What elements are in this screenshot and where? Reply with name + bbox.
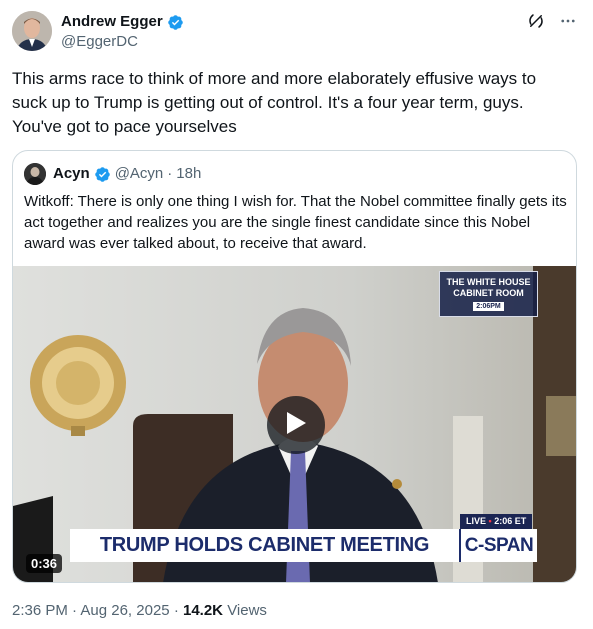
quoted-text: Witkoff: There is only one thing I wish … xyxy=(24,193,567,252)
grok-icon[interactable] xyxy=(527,12,545,35)
post-date[interactable]: Aug 26, 2025 xyxy=(80,602,169,619)
quoted-post[interactable]: Acyn @Acyn · 18h Witkoff: There is only … xyxy=(12,150,577,583)
quoted-author-name[interactable]: Acyn xyxy=(53,165,90,183)
live-dot: • xyxy=(488,516,492,526)
location-clock: 2:06PM xyxy=(473,302,504,311)
lower-third-banner: TRUMP HOLDS CABINET MEETING xyxy=(70,529,459,562)
play-button[interactable] xyxy=(267,396,325,454)
live-label: LIVE xyxy=(466,516,487,526)
verified-badge-icon xyxy=(167,14,184,31)
video-duration: 0:36 xyxy=(26,554,63,573)
quoted-verified-badge-icon xyxy=(94,166,111,183)
quoted-handle[interactable]: @Acyn xyxy=(115,165,164,183)
author-avatar[interactable] xyxy=(12,11,52,51)
location-bug: THE WHITE HOUSE CABINET ROOM 2:06PM xyxy=(439,271,538,317)
author-name[interactable]: Andrew Egger xyxy=(61,13,163,31)
views-count[interactable]: 14.2K xyxy=(183,602,223,619)
post-time[interactable]: 2:36 PM xyxy=(12,602,68,619)
views-label: Views xyxy=(227,602,267,619)
more-icon[interactable] xyxy=(559,12,577,35)
post-actions-top xyxy=(527,12,577,35)
video-player[interactable]: THE WHITE HOUSE CABINET ROOM 2:06PM LIVE… xyxy=(13,266,576,582)
play-icon xyxy=(285,411,307,440)
live-time: 2:06 ET xyxy=(494,516,527,526)
quoted-avatar[interactable] xyxy=(24,163,46,185)
live-badge: LIVE • 2:06 ET xyxy=(460,514,533,529)
quoted-separator: · xyxy=(167,165,173,182)
network-logo: C-SPAN xyxy=(459,529,537,562)
author-name-row[interactable]: Andrew Egger xyxy=(61,13,184,31)
quoted-header: Acyn @Acyn · 18h xyxy=(53,165,201,183)
location-line1: THE WHITE HOUSE xyxy=(446,277,531,287)
quoted-time[interactable]: 18h xyxy=(176,165,201,183)
post-meta: 2:36 PM · Aug 26, 2025 · 14.2K Views xyxy=(12,602,267,620)
author-handle[interactable]: @EggerDC xyxy=(61,33,138,51)
post-text: This arms race to think of more and more… xyxy=(12,69,537,136)
meta-separator: · xyxy=(72,602,78,619)
location-line2: CABINET ROOM xyxy=(453,288,524,298)
meta-separator: · xyxy=(173,602,179,619)
